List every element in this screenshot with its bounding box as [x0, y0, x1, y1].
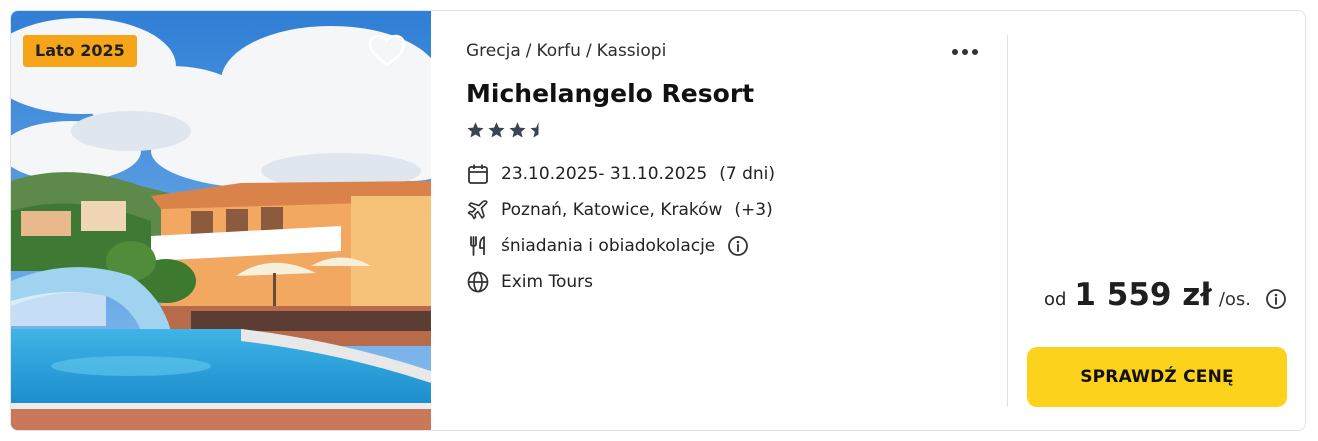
divider — [1007, 35, 1008, 407]
dates-text: 23.10.2025- 31.10.2025 — [501, 164, 708, 184]
breadcrumb-separator: / — [585, 41, 592, 61]
hotel-name[interactable]: Michelangelo Resort — [466, 79, 754, 108]
more-airports-count[interactable]: (+3) — [734, 200, 772, 220]
star-half-icon — [530, 122, 539, 138]
offer-card[interactable]: Lato 2025 Grecja / Korfu / Kassiopi Michelan… — [10, 10, 1306, 431]
season-badge: Lato 2025 — [23, 35, 137, 67]
more-horizontal-icon — [952, 49, 978, 55]
fact-board: śniadania i obiadokolacje — [466, 233, 749, 259]
cutlery-icon — [466, 234, 490, 258]
favorite-button[interactable] — [367, 33, 407, 69]
hotel-photo-image — [11, 11, 431, 430]
plane-icon — [466, 198, 490, 222]
price-prefix: od — [1043, 289, 1067, 310]
fact-operator: Exim Tours — [466, 269, 593, 295]
check-price-button[interactable]: SPRAWDŹ CENĘ — [1027, 347, 1287, 407]
breadcrumb: Grecja / Korfu / Kassiopi — [466, 41, 666, 61]
price-value: 1 559 zł — [1074, 277, 1212, 313]
globe-icon — [466, 270, 490, 294]
breadcrumb-city[interactable]: Kassiopi — [597, 41, 667, 61]
star-icon — [509, 122, 526, 138]
heart-icon — [368, 34, 406, 67]
info-icon[interactable] — [727, 235, 749, 257]
departure-airports-text: Poznań, Katowice, Kraków — [501, 200, 723, 220]
star-icon — [488, 122, 505, 138]
breadcrumb-region[interactable]: Korfu — [536, 41, 580, 61]
price-suffix: /os. — [1218, 289, 1251, 310]
star-icon — [467, 122, 484, 138]
star-rating — [466, 121, 548, 141]
tour-operator-text: Exim Tours — [501, 272, 594, 292]
offer-info: Grecja / Korfu / Kassiopi Michelangelo Resor… — [466, 11, 1006, 430]
fact-departure: Poznań, Katowice, Kraków (+3) — [466, 197, 773, 223]
price-info-icon[interactable] — [1265, 288, 1287, 310]
fact-dates: 23.10.2025- 31.10.2025 (7 dni) — [466, 161, 775, 187]
calendar-icon — [466, 162, 490, 186]
more-options-button[interactable] — [950, 41, 980, 63]
duration-text: (7 dni) — [719, 164, 775, 184]
breadcrumb-country[interactable]: Grecja — [466, 41, 521, 61]
board-text: śniadania i obiadokolacje — [501, 236, 716, 256]
breadcrumb-separator: / — [525, 41, 532, 61]
price-block: od 1 559 zł /os. — [1044, 277, 1287, 321]
hotel-photo[interactable]: Lato 2025 — [11, 11, 431, 430]
